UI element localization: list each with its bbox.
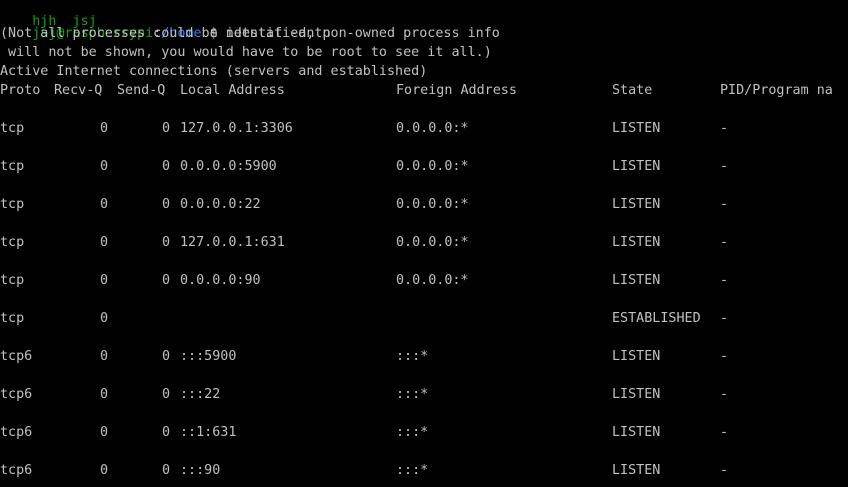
header-proto: Proto <box>0 83 41 98</box>
table-row: tcp 0 0 0.0.0.0:90 0.0.0.0:* LISTEN - <box>0 271 848 290</box>
row-proto: tcp6 <box>0 425 33 440</box>
header-state: State <box>612 83 653 98</box>
row-local-address: :::22 <box>180 387 221 402</box>
row-foreign-address: :::* <box>396 425 429 440</box>
row-sendq: 0 <box>162 387 171 402</box>
row-state: LISTEN <box>612 197 661 212</box>
table-row: tcp6 0 0:::5900:::* LISTEN - <box>0 347 848 366</box>
row-recvq: 0 <box>100 311 109 326</box>
row-proto: tcp <box>0 121 25 136</box>
row-proto: tcp6 <box>0 349 33 364</box>
row-pid-program: - <box>720 273 729 288</box>
row-recvq: 0 <box>100 463 109 478</box>
row-local-address: 0.0.0.0:5900 <box>180 159 277 174</box>
row-proto: tcp6 <box>0 463 33 478</box>
row-pid-program: - <box>720 425 729 440</box>
row-foreign-address: 0.0.0.0:* <box>396 159 469 174</box>
row-recvq: 0 <box>100 425 109 440</box>
row-state: LISTEN <box>612 235 661 250</box>
header-recvq: Recv-Q <box>54 83 103 98</box>
header-row: Proto Recv-Q Send-Q Local Address Foreig… <box>0 81 848 100</box>
row-proto: tcp <box>0 235 25 250</box>
row-pid-program: - <box>720 159 729 174</box>
header-sendq: Send-Q <box>117 83 166 98</box>
row-pid-program: - <box>720 349 729 364</box>
row-sendq: 0 <box>162 463 171 478</box>
row-state: LISTEN <box>612 273 661 288</box>
row-pid-program: - <box>720 463 729 478</box>
header-local-address: Local Address <box>180 83 285 98</box>
row-local-address: 127.0.0.1:631 <box>180 235 285 250</box>
row-state: LISTEN <box>612 425 661 440</box>
row-local-address: 0.0.0.0:22 <box>180 197 261 212</box>
row-foreign-address: 0.0.0.0:* <box>396 197 469 212</box>
row-pid-program: - <box>720 387 729 402</box>
row-local-address: 0.0.0.0:90 <box>180 273 261 288</box>
row-foreign-address: 0.0.0.0:* <box>396 121 469 136</box>
row-recvq: 0 <box>100 235 109 250</box>
table-row: tcp 0 0 127.0.0.1:3306 0.0.0.0:* LISTEN - <box>0 119 848 138</box>
row-sendq: 0 <box>162 235 171 250</box>
row-foreign-address: 0.0.0.0:* <box>396 273 469 288</box>
table-row: tcp6 0 0::1:631:::* LISTEN - <box>0 423 848 442</box>
row-state: LISTEN <box>612 387 661 402</box>
row-state: LISTEN <box>612 121 661 136</box>
table-row: tcp 0 ESTABLISHED - <box>0 309 848 328</box>
row-local-address: 127.0.0.1:3306 <box>180 121 293 136</box>
table-row: tcp 0 0 127.0.0.1:631 0.0.0.0:* LISTEN - <box>0 233 848 252</box>
row-pid-program: - <box>720 235 729 250</box>
table-row: tcp 0 0 0.0.0.0:22 0.0.0.0:* LISTEN - <box>0 195 848 214</box>
row-state: LISTEN <box>612 159 661 174</box>
row-proto: tcp <box>0 159 25 174</box>
row-pid-program: - <box>720 121 729 136</box>
header-foreign-address: Foreign Address <box>396 83 517 98</box>
notice-line-1: (Not all processes could be identified, … <box>0 26 500 41</box>
row-recvq: 0 <box>100 349 109 364</box>
row-pid-program: - <box>720 311 729 326</box>
row-local-address: ::1:631 <box>180 425 237 440</box>
row-foreign-address: 0.0.0.0:* <box>396 235 469 250</box>
section-title: Active Internet connections (servers and… <box>0 64 428 79</box>
row-state: LISTEN <box>612 463 661 478</box>
row-proto: tcp <box>0 197 25 212</box>
row-proto: tcp <box>0 273 25 288</box>
row-recvq: 0 <box>100 273 109 288</box>
row-proto: tcp <box>0 311 25 326</box>
row-recvq: 0 <box>100 121 109 136</box>
row-local-address: :::5900 <box>180 349 237 364</box>
terminal-window[interactable]: hjh jsj jsj@raspberrypi:/home $ netstat … <box>0 0 848 487</box>
row-proto: tcp6 <box>0 387 33 402</box>
row-pid-program: - <box>720 197 729 212</box>
row-state: ESTABLISHED <box>612 311 701 326</box>
row-recvq: 0 <box>100 387 109 402</box>
row-state: LISTEN <box>612 349 661 364</box>
row-recvq: 0 <box>100 197 109 212</box>
header-pid-program: PID/Program na <box>720 83 833 98</box>
row-recvq: 0 <box>100 159 109 174</box>
table-row: tcp6 0 0:::22:::* LISTEN - <box>0 385 848 404</box>
row-sendq: 0 <box>162 121 171 136</box>
table-row: tcp 0 0 0.0.0.0:5900 0.0.0.0:* LISTEN - <box>0 157 848 176</box>
row-foreign-address: :::* <box>396 463 429 478</box>
row-sendq: 0 <box>162 159 171 174</box>
row-foreign-address: :::* <box>396 387 429 402</box>
row-sendq: 0 <box>162 273 171 288</box>
table-row: tcp6 0 0:::90:::* LISTEN - <box>0 461 848 480</box>
row-sendq: 0 <box>162 197 171 212</box>
prompt-line: jsj@raspberrypi:/home $ netstat -antp <box>0 5 330 41</box>
row-sendq: 0 <box>162 425 171 440</box>
notice-line-2: will not be shown, you would have to be … <box>0 45 492 60</box>
row-local-address: :::90 <box>180 463 221 478</box>
row-foreign-address: :::* <box>396 349 429 364</box>
row-sendq: 0 <box>162 349 171 364</box>
